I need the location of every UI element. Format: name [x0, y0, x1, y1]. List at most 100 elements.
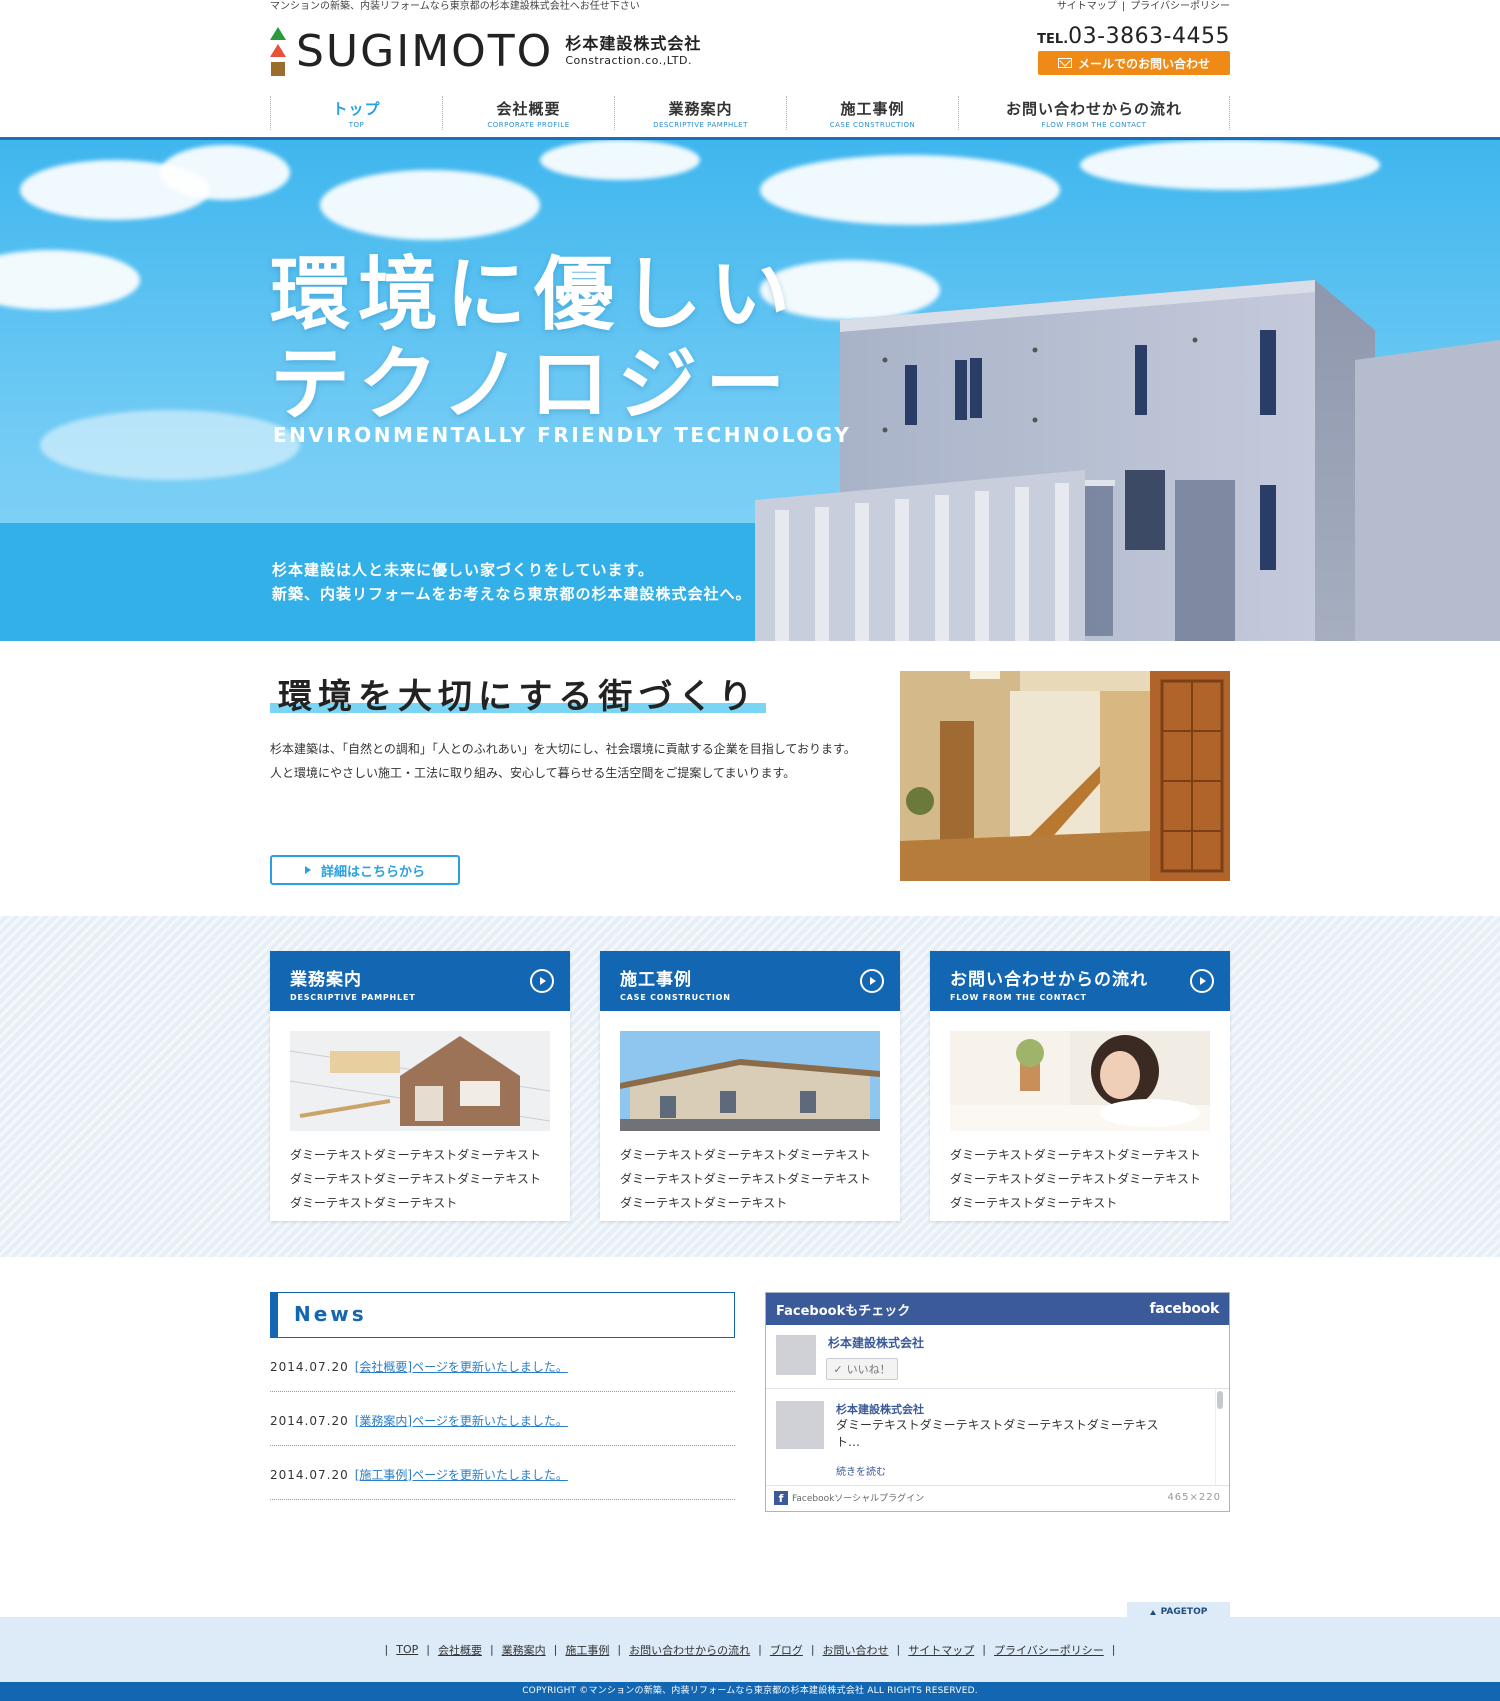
details-button-label: 詳細はこちらから: [320, 864, 425, 880]
facebook-header-title: Facebookもチェック: [776, 1303, 911, 1319]
nav-label: 業務案内: [668, 100, 733, 118]
card-title: 施工事例: [620, 970, 692, 990]
news-item: 2014.07.20 [会社概要]ページを更新いたしました。: [270, 1338, 735, 1392]
card-title: お問い合わせからの流れ: [950, 970, 1148, 990]
header-phone: TEL.03-3863-4455: [1037, 24, 1230, 49]
card-text: ダミーテキストダミーテキストダミーテキストダミーテキストダミーテキストダミーテキ…: [620, 1148, 871, 1210]
news-panel: News 2014.07.20 [会社概要]ページを更新いたしました。 2014…: [270, 1292, 735, 1500]
nav-item-company[interactable]: 会社概要 CORPORATE PROFILE: [443, 96, 615, 130]
cloud: [160, 145, 290, 200]
footer-link-company[interactable]: 会社概要: [438, 1642, 482, 1658]
mail-contact-button[interactable]: メールでのお問い合わせ: [1038, 51, 1230, 75]
post-author[interactable]: 杉本建設株式会社: [836, 1401, 924, 1417]
cloud: [320, 170, 540, 240]
cloud: [40, 410, 300, 480]
lower-section: News 2014.07.20 [会社概要]ページを更新いたしました。 2014…: [270, 1257, 1230, 1602]
mail-icon: [1057, 58, 1072, 68]
footer-link-cases[interactable]: 施工事例: [565, 1642, 609, 1658]
site-header: マンションの新築、内装リフォームなら東京都の杉本建設株式会社へお任せ下さい サイ…: [0, 0, 1500, 140]
logo-wordmark: SUGIMOTO: [296, 26, 554, 77]
news-date: 2014.07.20: [270, 1467, 349, 1482]
news-link[interactable]: [会社概要]ページを更新いたしました。: [355, 1358, 568, 1375]
tel-number: 03-3863-4455: [1068, 24, 1230, 49]
news-link[interactable]: [施工事例]ページを更新いたしました。: [355, 1466, 568, 1483]
check-icon: ✓: [833, 1362, 843, 1376]
service-card: 施工事例 CASE CONSTRUCTION ダミーテキストダミーテキストダミー…: [600, 951, 900, 1221]
logo-mark-icon: [270, 27, 286, 77]
news-date: 2014.07.20: [270, 1413, 349, 1428]
footer-link-sitemap[interactable]: サイトマップ: [908, 1642, 974, 1658]
scrollbar[interactable]: [1215, 1389, 1223, 1485]
card-subtitle: DESCRIPTIVE PAMPHLET: [290, 993, 416, 1002]
sitemap-link[interactable]: サイトマップ: [1057, 1, 1117, 12]
cloud: [0, 250, 140, 310]
details-button[interactable]: 詳細はこちらから: [270, 855, 460, 885]
nav-item-services[interactable]: 業務案内 DESCRIPTIVE PAMPHLET: [615, 96, 787, 130]
nav-sublabel: CORPORATE PROFILE: [487, 121, 570, 129]
service-card: お問い合わせからの流れ FLOW FROM THE CONTACT ダミーテキス…: [930, 951, 1230, 1221]
like-label: いいね！: [846, 1363, 891, 1376]
footer-link-privacy[interactable]: プライバシーポリシー: [994, 1642, 1104, 1658]
cloud: [540, 140, 700, 180]
avatar[interactable]: [776, 1335, 816, 1375]
card-subtitle: CASE CONSTRUCTION: [620, 993, 731, 1002]
card-header-services[interactable]: 業務案内 DESCRIPTIVE PAMPHLET: [270, 951, 570, 1011]
hero-lead-line2: 新築、内装リフォームをお考えなら東京都の杉本建設株式会社へ。: [272, 585, 752, 603]
nav-sublabel: FLOW FROM THE CONTACT: [1041, 121, 1147, 129]
mail-contact-label: メールでのお問い合わせ: [1077, 56, 1210, 71]
header-tagline: マンションの新築、内装リフォームなら東京都の杉本建設株式会社へお任せ下さい: [270, 1, 640, 12]
about-text-line1: 杉本建築は、「自然との調和」「人とのふれあい」を大切にし、社会環境に貢献する企業…: [270, 742, 856, 756]
footer-nav: | TOP | 会社概要 | 業務案内 | 施工事例 | お問い合わせからの流れ | ブログ…: [0, 1617, 1500, 1682]
pagetop-row: PAGETOP: [270, 1602, 1230, 1622]
circle-arrow-icon: [860, 969, 884, 993]
facebook-page-name[interactable]: 杉本建設株式会社: [828, 1334, 924, 1351]
hero-lead-line1: 杉本建設は人と未来に優しい家づくりをしています。: [272, 561, 655, 579]
circle-arrow-icon: [530, 969, 554, 993]
logo-company-en: Constraction.co.,LTD.: [565, 54, 692, 67]
nav-label: トップ: [332, 100, 381, 118]
card-subtitle: FLOW FROM THE CONTACT: [950, 993, 1087, 1002]
privacy-link[interactable]: プライバシーポリシー: [1130, 1, 1230, 12]
avatar[interactable]: [776, 1401, 824, 1449]
global-nav: トップ TOP 会社概要 CORPORATE PROFILE 業務案内 DESC…: [270, 96, 1230, 130]
card-header-flow[interactable]: お問い合わせからの流れ FLOW FROM THE CONTACT: [930, 951, 1230, 1011]
footer-link-flow[interactable]: お問い合わせからの流れ: [629, 1642, 750, 1658]
plugin-label[interactable]: Facebookソーシャルプラグイン: [792, 1491, 924, 1504]
card-header-cases[interactable]: 施工事例 CASE CONSTRUCTION: [600, 951, 900, 1011]
card-text: ダミーテキストダミーテキストダミーテキストダミーテキストダミーテキストダミーテキ…: [290, 1148, 541, 1210]
plugin-size: 465×220: [1167, 1492, 1221, 1503]
logo-company-jp: 杉本建設株式会社: [565, 34, 702, 53]
copyright: COPYRIGHT ©マンションの新築、内装リフォームなら東京都の杉本建設株式会…: [0, 1682, 1500, 1701]
nav-item-top[interactable]: トップ TOP: [271, 96, 443, 130]
nav-sublabel: DESCRIPTIVE PAMPHLET: [653, 121, 748, 129]
footer-link-services[interactable]: 業務案内: [502, 1642, 546, 1658]
hero-banner: 環境に優しい テクノロジー ENVIRONMENTALLY FRIENDLY T…: [0, 140, 1500, 641]
nav-label: お問い合わせからの流れ: [1005, 100, 1182, 118]
footer-link-contact[interactable]: お問い合わせ: [823, 1642, 889, 1658]
play-arrow-icon: [304, 866, 311, 874]
like-button[interactable]: ✓ いいね！: [826, 1358, 898, 1380]
site-logo[interactable]: SUGIMOTO 杉本建設株式会社 Constraction.co.,LTD.: [270, 26, 701, 78]
services-section: 業務案内 DESCRIPTIVE PAMPHLET ダミーテキストダミーテキスト…: [0, 916, 1500, 1257]
nav-label: 施工事例: [840, 100, 905, 118]
building-case-photo: [620, 1031, 880, 1131]
service-card: 業務案内 DESCRIPTIVE PAMPHLET ダミーテキストダミーテキスト…: [270, 951, 570, 1221]
house-model-photo: [289, 1031, 551, 1131]
facebook-logo[interactable]: facebook: [1149, 1301, 1219, 1317]
post-text: ダミーテキストダミーテキストダミーテキストダミーテキスト…: [836, 1418, 1159, 1449]
nav-item-cases[interactable]: 施工事例 CASE CONSTRUCTION: [787, 96, 959, 130]
facebook-post: 杉本建設株式会社 ダミーテキストダミーテキストダミーテキストダミーテキスト… 続…: [766, 1389, 1229, 1485]
building-image: [755, 280, 1500, 641]
footer-link-blog[interactable]: ブログ: [770, 1642, 803, 1658]
tel-label: TEL.: [1037, 32, 1069, 47]
about-text: 杉本建築は、「自然との調和」「人とのふれあい」を大切にし、社会環境に貢献する企業…: [270, 737, 870, 785]
pagetop-button[interactable]: PAGETOP: [1127, 1602, 1230, 1622]
news-link[interactable]: [業務案内]ページを更新いたしました。: [355, 1412, 568, 1429]
hero-lead: 杉本建設は人と未来に優しい家づくりをしています。 新築、内装リフォームをお考えな…: [272, 558, 752, 606]
interior-photo: [900, 671, 1230, 881]
site-footer: | TOP | 会社概要 | 業務案内 | 施工事例 | お問い合わせからの流れ | ブログ…: [0, 1617, 1500, 1701]
nav-item-flow[interactable]: お問い合わせからの流れ FLOW FROM THE CONTACT: [959, 96, 1230, 130]
read-more-link[interactable]: 続きを読む: [836, 1463, 886, 1478]
footer-link-top[interactable]: TOP: [396, 1643, 418, 1656]
about-heading: 環境を大切にする街づくり: [278, 677, 759, 717]
